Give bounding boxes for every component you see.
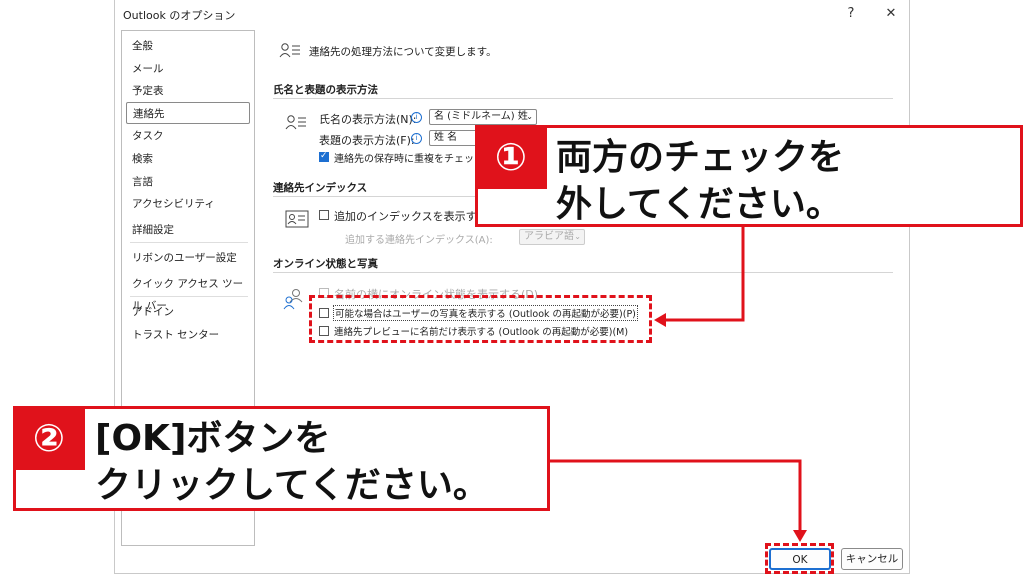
step2-number: ② (13, 406, 85, 470)
step1-text-line1: 両方のチェックを (556, 137, 845, 178)
step2-text-line1: [OK]ボタンを (95, 418, 331, 459)
step2-text-line2: クリックしてください。 (95, 465, 489, 506)
step1-text-line2: 外してください。 (556, 184, 842, 225)
step1-number: ① (475, 125, 547, 189)
